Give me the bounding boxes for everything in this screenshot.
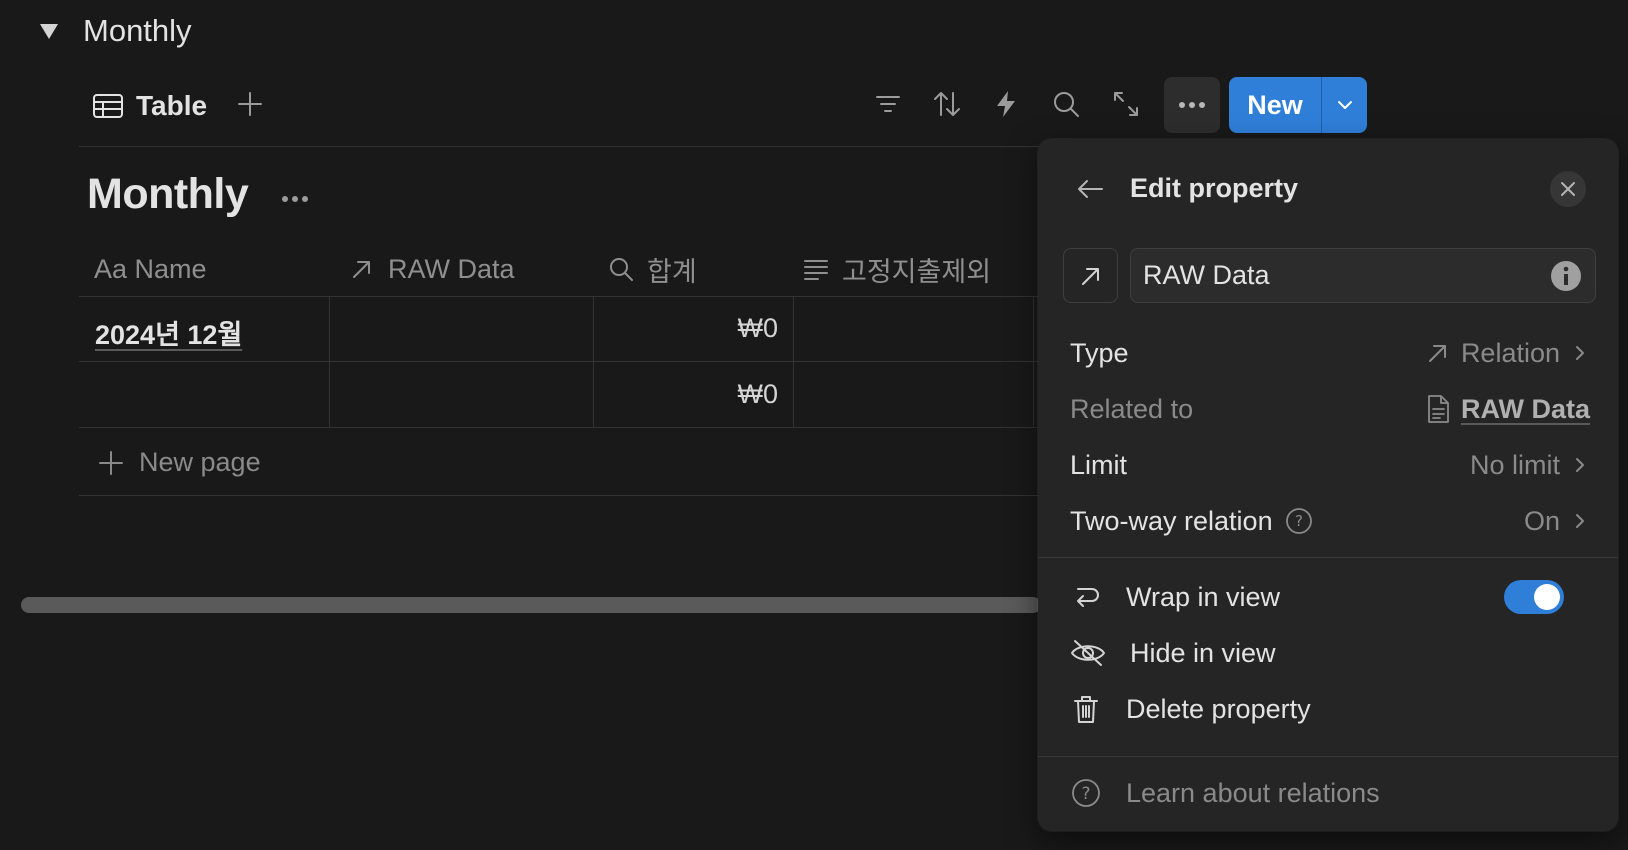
- info-icon[interactable]: [1550, 260, 1582, 292]
- new-page-button[interactable]: New page: [97, 447, 261, 478]
- close-button[interactable]: [1550, 171, 1586, 207]
- column-header-raw-data[interactable]: RAW Data: [348, 247, 515, 291]
- row-name-cell[interactable]: 2024년 12월: [95, 313, 242, 352]
- collapse-toggle-icon[interactable]: [38, 20, 60, 42]
- chevron-right-icon: [1570, 343, 1590, 363]
- close-icon: [1561, 182, 1575, 196]
- add-view-icon[interactable]: [234, 88, 266, 120]
- database-title[interactable]: Monthly: [87, 170, 249, 219]
- tab-label: Table: [136, 90, 208, 121]
- chevron-down-icon: [1337, 101, 1352, 109]
- svg-text:?: ?: [1295, 512, 1303, 530]
- wrap-icon: [1070, 581, 1102, 613]
- wrap-in-view-row[interactable]: Wrap in view: [1070, 573, 1510, 621]
- two-way-relation-row[interactable]: Two-way relation ? On: [1070, 497, 1590, 545]
- search-icon: [607, 255, 635, 283]
- svg-text:?: ?: [1081, 784, 1090, 804]
- panel-divider: [1038, 557, 1618, 558]
- type-row[interactable]: Type Relation: [1070, 329, 1590, 377]
- horizontal-scrollbar[interactable]: [21, 597, 1041, 613]
- column-header-name[interactable]: Aa Name: [94, 247, 207, 291]
- section-title[interactable]: Monthly: [83, 13, 192, 49]
- ellipsis-icon: [1179, 102, 1205, 108]
- eye-off-icon: [1070, 637, 1106, 669]
- back-arrow-icon[interactable]: [1074, 173, 1106, 205]
- tab-table-view[interactable]: Table: [92, 86, 207, 126]
- related-database-link[interactable]: RAW Data: [1461, 394, 1590, 425]
- text-lines-icon: [802, 255, 830, 283]
- wrap-toggle-container: [1504, 580, 1564, 614]
- learn-about-relations-link[interactable]: ? Learn about relations: [1070, 769, 1590, 817]
- row-raw-data-cell[interactable]: [330, 297, 593, 361]
- related-to-row: Related to RAW Data: [1070, 393, 1590, 425]
- plus-icon: [97, 449, 125, 477]
- relation-arrow-icon: [348, 255, 376, 283]
- column-divider: [593, 296, 594, 427]
- wrap-in-view-toggle[interactable]: [1504, 580, 1564, 614]
- document-icon: [1425, 394, 1451, 424]
- view-divider: [79, 146, 1039, 147]
- edit-property-panel: Edit property Type Relation Related to R…: [1038, 139, 1618, 831]
- new-dropdown-button[interactable]: [1321, 77, 1367, 133]
- panel-title: Edit property: [1130, 173, 1299, 203]
- panel-divider: [1038, 756, 1618, 757]
- property-name-input[interactable]: [1130, 248, 1596, 303]
- column-divider: [1033, 296, 1034, 427]
- hide-in-view-row[interactable]: Hide in view: [1070, 629, 1590, 677]
- new-button[interactable]: New: [1229, 77, 1321, 133]
- database-more-icon[interactable]: [278, 182, 312, 216]
- row-name-cell[interactable]: [79, 362, 329, 427]
- row-total-cell[interactable]: ₩0: [600, 313, 779, 344]
- relation-arrow-icon: [1425, 340, 1451, 366]
- help-icon: ?: [1070, 777, 1102, 809]
- row-fixed-cell[interactable]: [794, 297, 1033, 361]
- search-icon[interactable]: [1050, 88, 1082, 120]
- expand-icon[interactable]: [1110, 88, 1142, 120]
- row-divider: [79, 495, 1039, 496]
- column-header-total[interactable]: 합계: [607, 247, 697, 291]
- limit-row[interactable]: Limit No limit: [1070, 441, 1590, 489]
- chevron-right-icon: [1570, 511, 1590, 531]
- new-button-group: New: [1229, 77, 1367, 133]
- more-options-button[interactable]: [1164, 77, 1220, 133]
- property-icon-button[interactable]: [1063, 248, 1118, 303]
- column-header-fixed-excluded[interactable]: 고정지출제외: [802, 247, 991, 291]
- help-icon[interactable]: ?: [1285, 507, 1313, 535]
- row-total-cell[interactable]: ₩0: [600, 379, 779, 410]
- trash-icon: [1070, 693, 1102, 725]
- sort-icon[interactable]: [931, 88, 963, 120]
- delete-property-row[interactable]: Delete property: [1070, 685, 1590, 733]
- automation-lightning-icon[interactable]: [990, 88, 1022, 120]
- relation-arrow-icon: [1081, 267, 1099, 285]
- chevron-right-icon: [1570, 455, 1590, 475]
- row-divider: [79, 427, 1039, 428]
- table-icon: [92, 92, 124, 120]
- filter-icon[interactable]: [872, 88, 904, 120]
